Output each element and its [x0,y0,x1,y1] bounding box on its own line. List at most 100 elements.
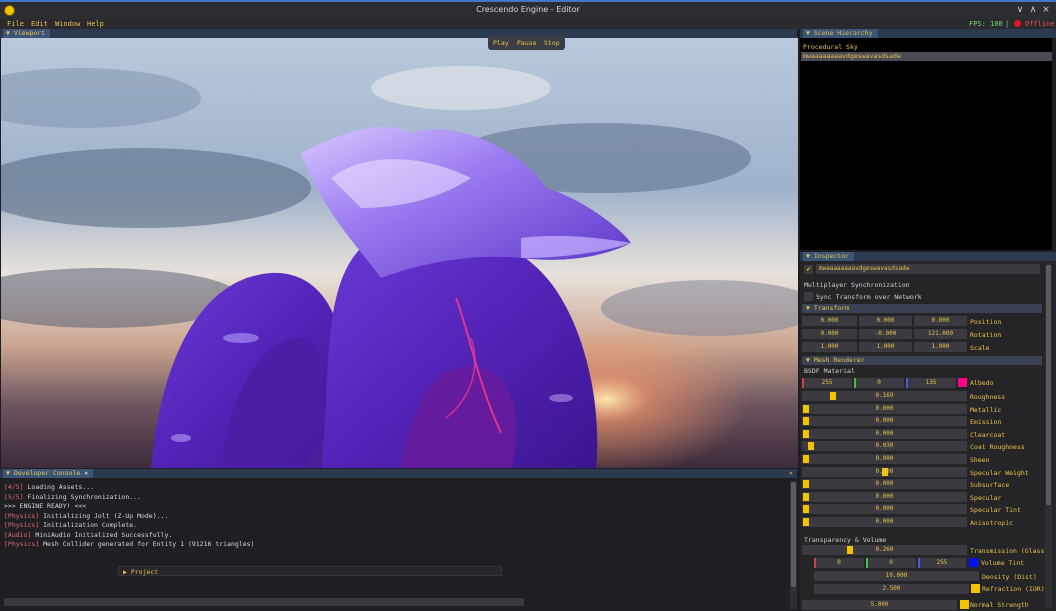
normal-strength-field[interactable]: 5.000 [802,600,957,610]
console-line-tag: [5/5] [4,492,24,501]
metallic-slider[interactable]: 0.000 [802,403,967,414]
console-scrollbar-thumb[interactable] [791,482,796,587]
hierarchy-item-procedural-sky[interactable]: Procedural Sky [803,43,858,52]
volume-tint-color-swatch[interactable] [969,558,978,567]
menu-edit[interactable]: Edit [31,19,48,29]
clearcoat-slider[interactable]: 0.000 [802,428,967,439]
specular-tint-slider[interactable]: 0.000 [802,504,967,515]
sheen-slider-grab[interactable] [803,455,809,463]
specular-weight-value: 0.500 [875,467,894,475]
console-line-tag: [4/5] [4,483,24,491]
scale-z-field[interactable]: 1.000 [914,342,967,352]
maximize-icon[interactable]: ∧ [1027,5,1039,16]
volume-tint-b-field[interactable]: 255 [918,558,966,568]
volume-tint-g-field[interactable]: 0 [866,558,916,568]
play-button[interactable]: Play [493,38,509,48]
position-z-field[interactable]: 0.000 [914,316,967,326]
density-field[interactable]: 10.000 [814,571,979,581]
coat-roughness-slider[interactable]: 0.030 [802,441,967,452]
metallic-slider-grab[interactable] [803,404,809,413]
tab-developer-console[interactable]: ▼ Developer Console × [3,469,94,478]
tab-viewport[interactable]: ▼ Viewport [3,29,51,38]
rotation-z-field[interactable]: 121.000 [914,329,967,339]
menu-window[interactable]: Window [55,19,80,29]
bsdf-material-label: BSDF Material [804,367,855,375]
volume-tint-r-field[interactable]: 0 [814,558,864,568]
mesh-renderer-section-header[interactable]: ▼ Mesh Renderer [802,356,1042,365]
specular-slider-grab[interactable] [803,492,809,501]
transform-section-header[interactable]: ▼ Transform [802,304,1042,313]
emission-slider[interactable]: 0.000 [802,416,967,427]
pause-button[interactable]: Pause [517,38,537,48]
console-header: ▼ Developer Console × × [0,469,797,478]
specular-slider[interactable]: 0.000 [802,491,967,502]
position-x-field[interactable]: 0.000 [802,316,857,326]
anisotropic-slider-grab[interactable] [803,518,809,526]
project-label[interactable]: ▶ Project [123,568,158,576]
albedo-b-field[interactable]: 135 [906,378,956,388]
console-line-text: Initializing Jolt (Z-Up Mode)... [39,511,169,520]
sheen-slider[interactable]: 0.000 [802,454,967,464]
rotation-x-field[interactable]: 0.000 [802,329,857,339]
entity-name-input[interactable]: mwaaaaaaaavdgeswavasdsadw [816,264,1040,274]
position-label: Position [970,318,1002,326]
project-panel-row[interactable]: ▶ Project [118,566,502,576]
menu-help[interactable]: Help [87,19,104,29]
subsurface-slider-grab[interactable] [803,480,809,489]
inspector-scrollbar-thumb[interactable] [1046,265,1051,505]
play-controls: Play Pause Stop [488,36,565,50]
tab-scene-hierarchy[interactable]: ▼ Scene Hierarchy [803,29,878,38]
albedo-color-swatch[interactable] [958,378,967,387]
emission-slider-grab[interactable] [803,417,809,426]
specular-label: Specular [970,493,1002,502]
console-line: [Audio] MiniAudio Initialized Successful… [4,531,172,539]
stop-button[interactable]: Stop [544,38,560,48]
clearcoat-slider-grab[interactable] [803,429,809,438]
close-icon[interactable]: × [1040,5,1052,16]
entity-enabled-checkbox[interactable]: ✔ [804,265,813,274]
subsurface-slider[interactable]: 0.000 [802,479,967,490]
refraction-grab[interactable] [971,584,980,593]
roughness-slider[interactable]: 0.169 [802,391,967,401]
console-line-text: Loading Assets... [23,483,95,491]
transmission-slider-grab[interactable] [847,546,853,554]
console-panel-close-icon[interactable]: × [789,469,793,478]
refraction-field[interactable]: 2.500 [814,584,969,594]
position-y-field[interactable]: 0.000 [859,316,912,326]
scene-hierarchy-list [800,38,1052,250]
console-line: >>> ENGINE READY! <<< [4,502,86,510]
coat-roughness-value: 0.030 [875,442,894,450]
scene-render-image [1,38,798,468]
console-horizontal-scrollbar[interactable] [4,598,524,606]
clearcoat-value: 0.000 [875,429,894,437]
scale-label: Scale [970,344,990,352]
console-line-tag: [Physics] [4,521,40,529]
menu-file[interactable]: File [7,19,24,29]
console-tab-close-icon[interactable]: × [84,469,88,477]
specular-tint-slider-grab[interactable] [803,505,809,514]
roughness-slider-grab[interactable] [829,392,836,400]
scale-x-field[interactable]: 1.000 [802,342,857,352]
viewport-render[interactable] [1,38,798,468]
anisotropic-value: 0.000 [875,518,894,525]
console-line: [Physics] Initializing Jolt (Z-Up Mode).… [4,512,168,520]
specular-weight-slider[interactable]: 0.500 [802,466,967,477]
normal-strength-grab[interactable] [960,600,969,609]
console-line-text: Finalizing Synchronization... [23,492,141,501]
coat-roughness-slider-grab[interactable] [807,442,814,451]
sync-transform-checkbox[interactable] [804,292,813,301]
specular-tint-value: 0.000 [875,505,894,513]
normal-strength-label: Normal Strength [970,601,1029,609]
console-line-tag: [Audio] [4,530,32,539]
scale-y-field[interactable]: 1.000 [859,342,912,352]
anisotropic-slider[interactable]: 0.000 [802,517,967,527]
rotation-y-field[interactable]: -0.000 [859,329,912,339]
tab-inspector[interactable]: ▼ Inspector [803,252,855,261]
hierarchy-item-entity[interactable]: mwaaaaaaaavdgeswavasdsadw [803,52,901,61]
console-line-tag: [Physics] [4,540,40,548]
multiplayer-sync-label: Multiplayer Synchronization [804,281,910,289]
minimize-icon[interactable]: ∨ [1014,5,1026,16]
transmission-slider[interactable]: 0.260 [802,545,967,555]
albedo-r-field[interactable]: 255 [802,378,852,388]
albedo-g-field[interactable]: 0 [854,378,904,388]
